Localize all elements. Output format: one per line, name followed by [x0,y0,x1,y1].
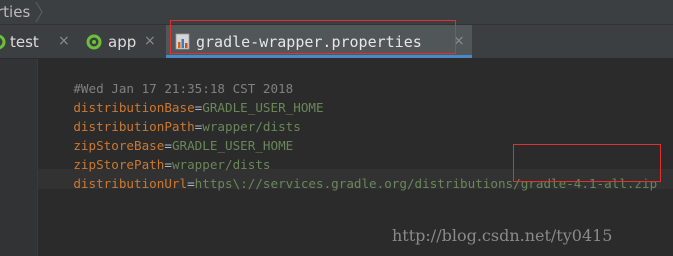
tab-label: app [108,33,137,51]
tab-app[interactable]: app × [80,25,164,58]
tab-highlight-box [170,20,456,54]
equals-sign: = [187,176,195,191]
tab-label: test [10,33,39,51]
close-icon[interactable]: × [144,33,156,49]
active-tab-indicator [166,55,472,58]
chevron-right-icon [35,1,43,23]
line-number-gutter [0,59,38,256]
watermark: http://blog.csdn.net/ty0415 [392,226,613,245]
close-icon[interactable]: × [58,33,70,49]
property-key: distributionUrl [73,176,188,191]
android-icon [86,34,102,50]
tab-test[interactable]: test × [0,25,76,58]
android-icon [0,34,6,50]
breadcrumb-item[interactable]: rties [0,3,30,21]
distribution-url-highlight-box [513,144,661,182]
